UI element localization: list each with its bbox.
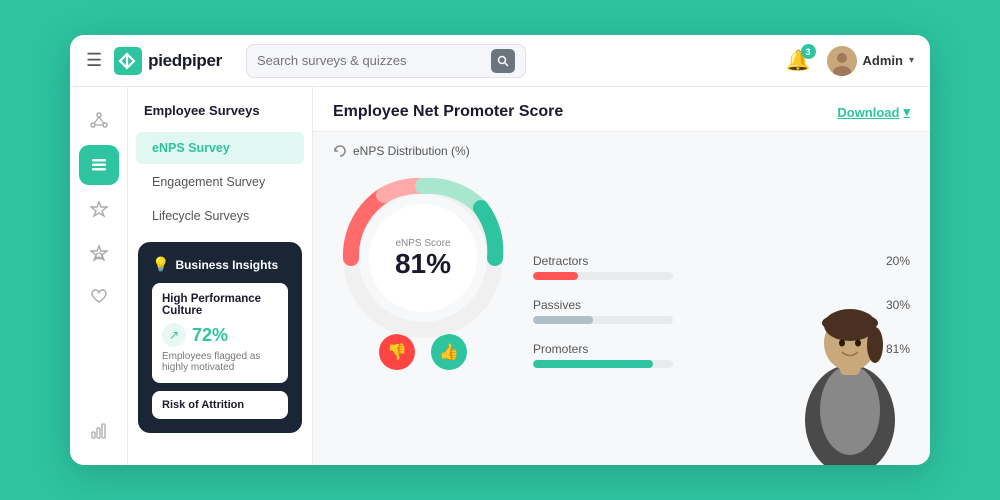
sidebar-icon-network[interactable] <box>79 101 119 141</box>
chart-icon <box>90 422 108 440</box>
main-body: Employee Surveys eNPS Survey Engagement … <box>70 87 930 465</box>
gauge-center: eNPS Score 81% <box>395 238 451 280</box>
icon-sidebar <box>70 87 128 465</box>
insight-performance-title: High Performance Culture <box>162 293 278 317</box>
insight-item-attrition: Risk of Attrition <box>152 391 288 419</box>
stat-bar-bg-promoters <box>533 360 673 368</box>
stat-bar-bg-passives <box>533 316 673 324</box>
avatar-image <box>827 46 857 76</box>
sidebar-icon-list[interactable] <box>79 145 119 185</box>
stat-bar-fill-passives <box>533 316 593 324</box>
chevron-down-icon: ▾ <box>903 104 910 120</box>
sidebar-icon-chart[interactable] <box>79 411 119 451</box>
page-title: Employee Net Promoter Score <box>333 103 563 121</box>
hamburger-icon[interactable]: ☰ <box>86 50 102 71</box>
insights-title: Business Insights <box>175 258 278 272</box>
notification-badge: 3 <box>801 44 816 59</box>
bulb-icon: 💡 <box>152 256 169 273</box>
sidebar-icon-star-filled[interactable] <box>79 233 119 273</box>
survey-menu-item-engagement[interactable]: Engagement Survey <box>136 166 304 198</box>
insight-attrition-title: Risk of Attrition <box>162 399 278 411</box>
stat-label-promoters: Promoters <box>533 342 588 356</box>
sidebar-icon-star-outline[interactable] <box>79 189 119 229</box>
stat-label-passives: Passives <box>533 298 581 312</box>
star-filled-icon <box>90 244 108 262</box>
search-box <box>246 44 526 78</box>
app-window: ☰ piedpiper 🔔 3 <box>70 35 930 465</box>
search-icon <box>497 55 509 67</box>
download-button[interactable]: Download ▾ <box>837 104 910 120</box>
stat-label-detractors: Detractors <box>533 254 588 268</box>
stat-bar-fill-detractors <box>533 272 578 280</box>
topnav: ☰ piedpiper 🔔 3 <box>70 35 930 87</box>
list-icon <box>90 156 108 174</box>
notification-bell[interactable]: 🔔 3 <box>786 48 811 73</box>
gauge-section: eNPS Distribution (%) <box>333 144 513 453</box>
insights-header: 💡 Business Insights <box>152 256 288 273</box>
avatar <box>827 46 857 76</box>
insight-stat: ↗ 72% <box>162 323 278 347</box>
brand: piedpiper <box>114 47 222 75</box>
person-svg <box>780 265 920 465</box>
survey-menu: Employee Surveys eNPS Survey Engagement … <box>128 87 313 465</box>
trend-up-icon: ↗ <box>162 323 186 347</box>
search-input[interactable] <box>257 53 485 68</box>
content-header: Employee Net Promoter Score Download ▾ <box>313 87 930 132</box>
search-button[interactable] <box>491 49 515 73</box>
heart-icon <box>90 288 108 306</box>
survey-menu-title: Employee Surveys <box>128 103 312 130</box>
business-insights-card: 💡 Business Insights High Performance Cul… <box>138 242 302 433</box>
person-illustration <box>780 265 920 465</box>
insight-percentage: 72% <box>192 325 228 346</box>
admin-profile[interactable]: Admin ▾ <box>827 46 914 76</box>
brand-name: piedpiper <box>148 51 222 71</box>
gauge-score: 81% <box>395 249 451 280</box>
admin-name: Admin <box>863 53 903 68</box>
gauge-chart: eNPS Score 81% <box>333 168 513 348</box>
stat-bar-bg-detractors <box>533 272 673 280</box>
insight-description: Employees flagged as highly motivated <box>162 351 278 373</box>
nav-right: 🔔 3 Admin ▾ <box>786 46 914 76</box>
main-content: Employee Net Promoter Score Download ▾ e… <box>313 87 930 465</box>
star-outline-icon <box>90 200 108 218</box>
chevron-down-icon: ▾ <box>909 55 914 66</box>
sidebar-icon-heart[interactable] <box>79 277 119 317</box>
refresh-icon <box>333 144 347 158</box>
survey-menu-item-enps[interactable]: eNPS Survey <box>136 132 304 164</box>
insight-item-performance: High Performance Culture ↗ 72% Employees… <box>152 283 288 383</box>
distribution-label: eNPS Distribution (%) <box>333 144 470 158</box>
brand-logo <box>114 47 142 75</box>
stat-bar-fill-promoters <box>533 360 653 368</box>
survey-menu-item-lifecycle[interactable]: Lifecycle Surveys <box>136 200 304 232</box>
content-body: eNPS Distribution (%) <box>313 132 930 465</box>
network-icon <box>90 112 108 130</box>
